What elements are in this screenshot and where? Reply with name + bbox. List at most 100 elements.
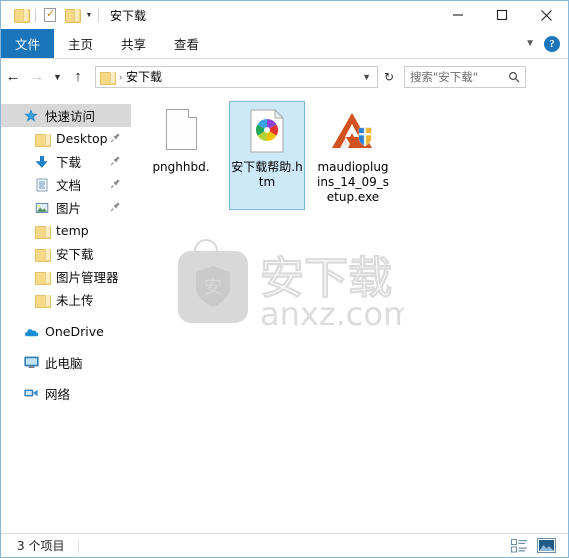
chevron-down-icon[interactable]: ▼ <box>83 4 95 26</box>
breadcrumb-separator: › <box>119 71 122 82</box>
folder-icon <box>34 292 51 308</box>
item-count-label: 3 个项目 <box>17 539 65 553</box>
pin-icon[interactable] <box>110 178 121 189</box>
tab-home[interactable]: 主页 <box>54 29 107 58</box>
sidebar-item-network[interactable]: 网络 <box>1 382 131 405</box>
file-item[interactable]: 安下载帮助.htm <box>229 101 305 210</box>
html-browser-icon <box>243 107 291 155</box>
tab-view[interactable]: 查看 <box>160 29 213 58</box>
sidebar-item-anxiazai[interactable]: 安下载 <box>1 242 131 265</box>
search-icon <box>508 71 520 83</box>
status-divider <box>78 538 80 553</box>
search-box[interactable]: 搜索"安下载" <box>404 65 526 88</box>
navigation-pane: 快速访问 Desktop 下载 文档 图片 temp 安下载 图片管理器 未上传… <box>1 93 131 533</box>
svg-text:安: 安 <box>204 277 222 298</box>
window-title: 安下载 <box>110 8 147 23</box>
maximize-button[interactable] <box>480 1 524 29</box>
sidebar-item-label: 文档 <box>56 178 82 193</box>
sidebar-item-picture-manager[interactable]: 图片管理器 <box>1 265 131 288</box>
installer-exe-icon <box>329 107 377 155</box>
toolbar-divider <box>98 8 99 22</box>
documents-icon <box>34 177 50 193</box>
large-icons-view-button[interactable] <box>536 537 556 555</box>
properties-icon[interactable] <box>39 4 61 26</box>
help-button[interactable]: ? <box>544 35 560 52</box>
window-controls <box>436 1 568 29</box>
folder-icon <box>34 223 51 239</box>
search-input[interactable]: 搜索"安下载" <box>410 69 508 85</box>
sidebar-item-label: 网络 <box>45 387 71 402</box>
title-bar: ▼ 安下载 <box>1 1 568 29</box>
file-explorer-window: ▼ 安下载 文件 主页 共享 查看 ▼ ? ← → ▼ ↑ <box>0 0 569 558</box>
main-area: 快速访问 Desktop 下载 文档 图片 temp 安下载 图片管理器 未上传… <box>1 93 568 533</box>
file-label: maudioplugins_14_09_setup.exe <box>317 160 389 204</box>
pin-icon[interactable] <box>110 155 121 166</box>
folder-icon <box>100 71 116 85</box>
sidebar-item-pictures[interactable]: 图片 <box>1 196 131 219</box>
chevron-down-icon[interactable]: ▼ <box>362 72 373 82</box>
folder-icon[interactable] <box>10 4 32 26</box>
status-bar: 3 个项目 <box>1 533 568 557</box>
cloud-icon <box>23 324 39 340</box>
forward-button: → <box>29 68 45 85</box>
file-label: 安下载帮助.htm <box>231 160 303 189</box>
file-list-view[interactable]: 安 安下载 anxz.com pnghhbd. 安下载帮助.htm maudio… <box>131 93 568 533</box>
ribbon-right-controls: ▼ ? <box>525 29 568 58</box>
file-item[interactable]: maudioplugins_14_09_setup.exe <box>315 101 391 210</box>
sidebar-item-label: OneDrive <box>45 324 104 339</box>
address-bar: ← → ▼ ↑ › 安下载 ▼ ↻ 搜索"安下载" <box>1 60 568 93</box>
details-view-button[interactable] <box>509 537 529 555</box>
minimize-button[interactable] <box>436 1 480 29</box>
download-icon <box>34 154 50 170</box>
file-grid: pnghhbd. 安下载帮助.htm maudioplugins_14_09_s… <box>143 101 401 210</box>
watermark-logo: 安 安下载 anxz.com <box>164 233 414 333</box>
file-label: pnghhbd. <box>152 160 210 174</box>
blank-document-icon <box>157 107 205 155</box>
tab-share[interactable]: 共享 <box>107 29 160 58</box>
sidebar-item-label: 下载 <box>56 155 82 170</box>
ribbon-tab-bar: 文件 主页 共享 查看 ▼ ? <box>1 29 568 59</box>
sidebar-item-temp[interactable]: temp <box>1 219 131 242</box>
quick-access-toolbar: ▼ <box>1 4 102 26</box>
chevron-down-icon[interactable]: ▼ <box>525 38 535 49</box>
svg-text:anxz.com: anxz.com <box>260 295 404 333</box>
close-button[interactable] <box>524 1 568 29</box>
network-icon <box>23 386 39 402</box>
new-folder-icon[interactable] <box>61 4 83 26</box>
file-item[interactable]: pnghhbd. <box>143 101 219 210</box>
sidebar-item-quick-access[interactable]: 快速访问 <box>1 104 131 127</box>
breadcrumb[interactable]: › 安下载 <box>100 68 162 85</box>
sidebar-item-this-pc[interactable]: 此电脑 <box>1 351 131 374</box>
sidebar-item-label: 此电脑 <box>45 356 83 371</box>
svg-text:安下载: 安下载 <box>260 253 392 304</box>
sidebar-item-label: temp <box>56 223 89 238</box>
tab-file[interactable]: 文件 <box>1 29 55 58</box>
sidebar-item-label: 安下载 <box>56 247 94 262</box>
sidebar-item-label: Desktop <box>56 131 108 146</box>
sidebar-item-label: 未上传 <box>56 293 94 308</box>
recent-locations-button[interactable]: ▼ <box>49 65 66 89</box>
back-button[interactable]: ← <box>1 65 25 89</box>
folder-icon <box>34 269 51 285</box>
sidebar-item-documents[interactable]: 文档 <box>1 173 131 196</box>
sidebar-item-not-uploaded[interactable]: 未上传 <box>1 288 131 311</box>
computer-icon <box>23 355 39 371</box>
sidebar-item-label: 图片 <box>56 201 82 216</box>
view-mode-buttons <box>509 537 568 555</box>
refresh-button[interactable]: ↻ <box>378 66 400 88</box>
folder-icon <box>34 131 51 147</box>
folder-icon <box>34 246 51 262</box>
address-input[interactable]: › 安下载 ▼ <box>95 65 378 88</box>
pictures-icon <box>34 200 50 216</box>
star-icon <box>23 108 39 124</box>
sidebar-item-label: 图片管理器 <box>56 270 119 285</box>
sidebar-item-desktop[interactable]: Desktop <box>1 127 131 150</box>
pin-icon[interactable] <box>110 132 121 143</box>
breadcrumb-item-current[interactable]: 安下载 <box>126 68 162 85</box>
up-button[interactable]: ↑ <box>66 65 90 89</box>
toolbar-divider <box>35 8 36 22</box>
sidebar-item-onedrive[interactable]: OneDrive <box>1 320 131 343</box>
sidebar-item-label: 快速访问 <box>45 109 96 124</box>
pin-icon[interactable] <box>110 201 121 212</box>
sidebar-item-downloads[interactable]: 下载 <box>1 150 131 173</box>
